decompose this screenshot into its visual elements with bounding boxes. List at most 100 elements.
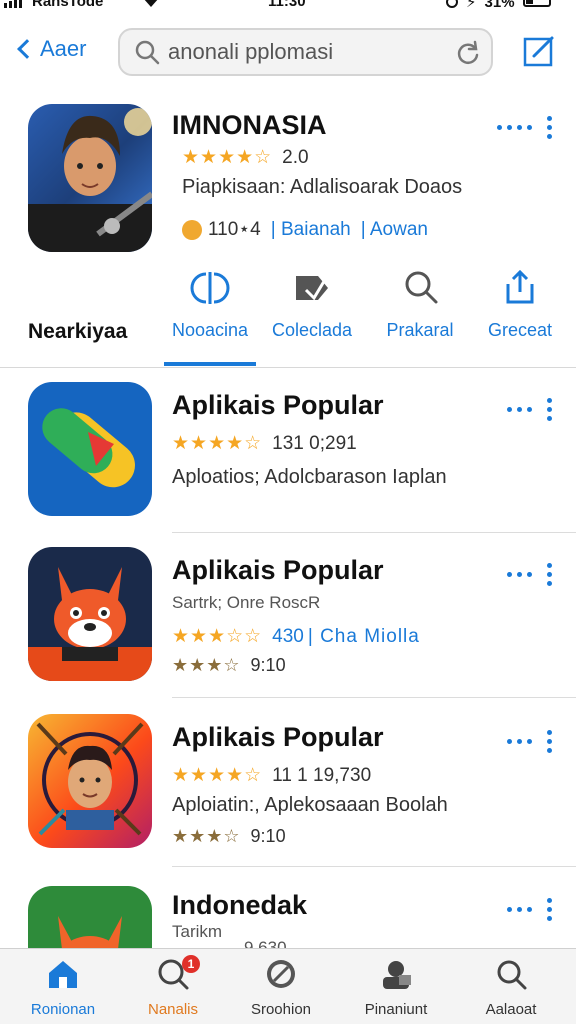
app-rating: ★★★★☆ 11 1 19,730	[172, 764, 371, 787]
featured-app-icon	[28, 104, 152, 252]
tabs-heading: Nearkiyaa	[28, 320, 128, 343]
app-title: Aplikais Popular	[172, 390, 384, 420]
list-item[interactable]: Aplikais Popular ★★★★☆ 11 1 19,730 Aploi…	[0, 714, 576, 867]
compose-icon[interactable]	[522, 34, 556, 68]
battery-icon	[522, 0, 551, 7]
app-developer: Sartrk; Onre RoscR	[172, 593, 321, 612]
app-icon	[28, 714, 152, 848]
back-button[interactable]: Aaer	[14, 36, 86, 62]
more-options-button[interactable]	[507, 898, 552, 921]
app-developer: Tarikm	[172, 922, 223, 941]
tab-0[interactable]: Nooacina	[164, 260, 256, 368]
star-rating-icon: ★★★★☆	[172, 433, 263, 454]
tabbar-item-2[interactable]: Sroohion	[226, 949, 336, 1024]
user-lock-icon	[383, 961, 411, 989]
star-rating-icon: ★★★☆☆	[172, 626, 263, 647]
featured-app-subtitle: Piapkisaan: Adlalisoarak Doaos	[182, 176, 463, 198]
divider	[172, 697, 576, 698]
list-item[interactable]: Aplikais Popular ★★★★☆ 131 0;291 Aploati…	[0, 382, 576, 533]
tabbar-label: Nanalis	[147, 1001, 199, 1018]
navigation-bar: Aaer	[0, 22, 576, 82]
more-options-button[interactable]	[507, 563, 552, 586]
app-subtitle: Aploiatin:, Aplekosaaan Boolah	[172, 794, 448, 816]
app-subtitle: Aploatios; Adolcbarason Iaplan	[172, 466, 447, 488]
star-rating-icon: ★★★★☆	[172, 765, 263, 786]
home-icon	[49, 961, 77, 988]
location-icon	[446, 0, 458, 8]
app-icon	[28, 382, 152, 516]
rating-value: 9:10	[250, 826, 286, 846]
rating-value: 9 630	[244, 938, 287, 948]
rating-value: 131 0;291	[272, 432, 357, 454]
tabbar-label: Ronionan	[30, 1001, 96, 1018]
reload-icon[interactable]	[455, 40, 481, 66]
app-icon	[28, 886, 152, 948]
divider	[172, 532, 576, 533]
featured-link-1[interactable]: | Baianah	[271, 219, 351, 241]
featured-app-count: 110⋆4	[208, 219, 261, 240]
search-bar[interactable]	[118, 28, 493, 76]
tag-icon	[296, 276, 328, 301]
list-item[interactable]: Indonedak Tarikm 9 630	[0, 886, 576, 948]
coin-icon	[182, 219, 202, 240]
chevron-left-icon	[17, 39, 37, 59]
bottom-tab-bar: Ronionan 1 Nanalis Sroohion Pinaniunt Aa…	[0, 948, 576, 1024]
more-options-button[interactable]	[507, 398, 552, 421]
tab-label: Coleclada	[271, 320, 353, 340]
share-icon	[506, 269, 534, 304]
more-options-button[interactable]	[497, 116, 552, 139]
featured-app-meta: 110⋆4 | Baianah | Aowan	[182, 218, 428, 241]
tabbar-label: Aalaoat	[485, 1001, 537, 1018]
clock: 11:30	[268, 0, 306, 10]
star-rating-icon: ★★★☆	[172, 655, 241, 675]
featured-link-2[interactable]: | Aowan	[361, 219, 428, 241]
tab-3[interactable]: Greceat	[470, 260, 570, 368]
tab-label: Nooacina	[171, 320, 249, 340]
search-icon	[497, 960, 527, 990]
rating-value: 430	[272, 625, 304, 647]
tab-label: Prakaral	[386, 320, 454, 340]
wifi-icon	[142, 0, 160, 12]
more-options-button[interactable]	[507, 730, 552, 753]
divider	[172, 866, 576, 867]
tabbar-item-1[interactable]: 1 Nanalis	[118, 949, 228, 1024]
rating-value: 11 1 19,730	[272, 764, 372, 786]
tabbar-item-4[interactable]: Aalaoat	[456, 949, 566, 1024]
app-rating: ★★★★☆ 131 0;291	[172, 432, 357, 455]
app-rating: ★★★☆☆ 430 | Cha Miolla	[172, 625, 420, 648]
battery-percent: 31%	[484, 0, 515, 11]
bolt-icon: ⚡	[466, 0, 477, 11]
notification-badge: 1	[182, 955, 200, 973]
category-tabs: Nearkiyaa Nooacina Coleclada Prakaral Gr…	[0, 260, 576, 368]
app-title: Aplikais Popular	[172, 722, 384, 752]
search-icon	[405, 271, 438, 304]
rating-value: 9:10	[250, 655, 286, 675]
tabbar-label: Sroohion	[250, 1001, 312, 1018]
tab-2[interactable]: Prakaral	[370, 260, 470, 368]
featured-app-title: IMNONASIA	[172, 110, 327, 140]
search-input[interactable]	[168, 39, 448, 65]
status-bar: RansTode 11:30 ⚡ 31%	[0, 0, 576, 14]
tab-label: Greceat	[487, 320, 553, 340]
star-rating-icon: ★★★★☆	[182, 147, 273, 168]
app-link[interactable]: | Cha Miolla	[308, 626, 420, 648]
back-label: Aaer	[40, 36, 87, 61]
split-circle-icon	[190, 272, 230, 304]
app-title: Indonedak	[172, 890, 308, 920]
tabbar-label: Pinaniunt	[364, 1001, 428, 1018]
blocked-icon	[267, 960, 295, 988]
featured-app-rating: ★★★★☆ 2.0	[182, 146, 309, 169]
app-rating-secondary: ★★★☆ 9:10	[172, 655, 286, 676]
app-icon	[28, 547, 152, 681]
star-rating-icon: ★★★☆	[172, 826, 241, 846]
tabbar-item-3[interactable]: Pinaniunt	[341, 949, 451, 1024]
tabbar-item-0[interactable]: Ronionan	[8, 949, 118, 1024]
tab-1[interactable]: Coleclada	[262, 260, 362, 368]
signal-icon	[4, 0, 22, 8]
search-icon	[135, 40, 160, 65]
list-item[interactable]: Aplikais Popular Sartrk; Onre RoscR ★★★☆…	[0, 547, 576, 698]
app-title: Aplikais Popular	[172, 555, 384, 585]
app-rating-secondary: ★★★☆ 9:10	[172, 826, 286, 847]
rating-value: 2.0	[282, 146, 309, 168]
carrier-name: RansTode	[32, 0, 104, 10]
